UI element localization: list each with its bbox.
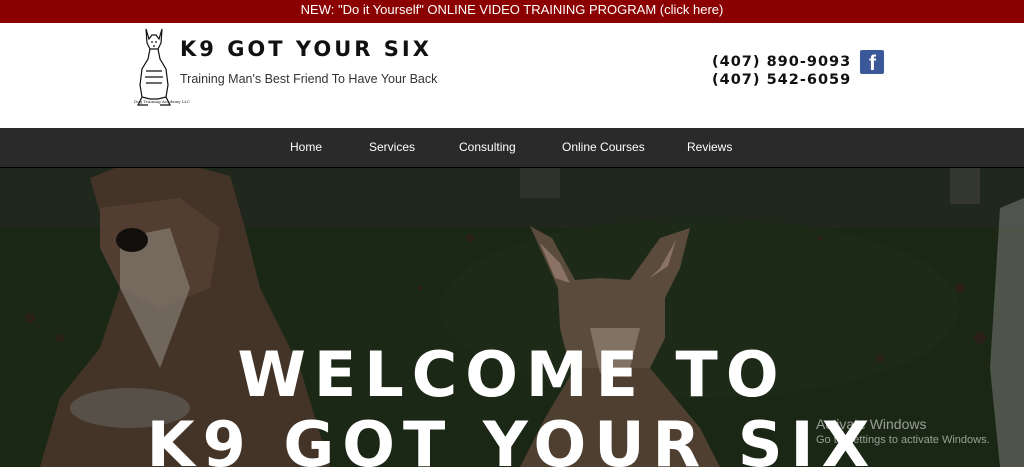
phone-number-2[interactable]: (407) 542-6059 [712, 72, 851, 88]
nav-item-consulting[interactable]: Consulting [459, 140, 516, 154]
facebook-icon[interactable]: f [860, 50, 884, 74]
promo-banner[interactable]: NEW: "Do it Yourself" ONLINE VIDEO TRAIN… [0, 0, 1024, 23]
site-header: Dog Training Academy LLC K9 GOT YOUR SIX… [0, 23, 1024, 128]
nav-item-home[interactable]: Home [290, 140, 322, 154]
nav-item-reviews[interactable]: Reviews [687, 140, 732, 154]
main-nav: Home Services Consulting Online Courses … [0, 128, 1024, 168]
brand-tagline: Training Man's Best Friend To Have Your … [180, 72, 438, 86]
activation-watermark-subtitle: Go to Settings to activate Windows. [816, 434, 990, 446]
phone-number-1[interactable]: (407) 890-9093 [712, 54, 851, 70]
nav-item-services[interactable]: Services [369, 140, 415, 154]
logo-caption: Dog Training Academy LLC [134, 99, 191, 104]
brand-title[interactable]: K9 GOT YOUR SIX [180, 37, 432, 61]
activation-watermark-title: Activate Windows [816, 416, 927, 432]
promo-text[interactable]: NEW: "Do it Yourself" ONLINE VIDEO TRAIN… [301, 2, 724, 17]
nav-item-online-courses[interactable]: Online Courses [562, 140, 645, 154]
hero-title-line-1: WELCOME TO [237, 338, 787, 411]
